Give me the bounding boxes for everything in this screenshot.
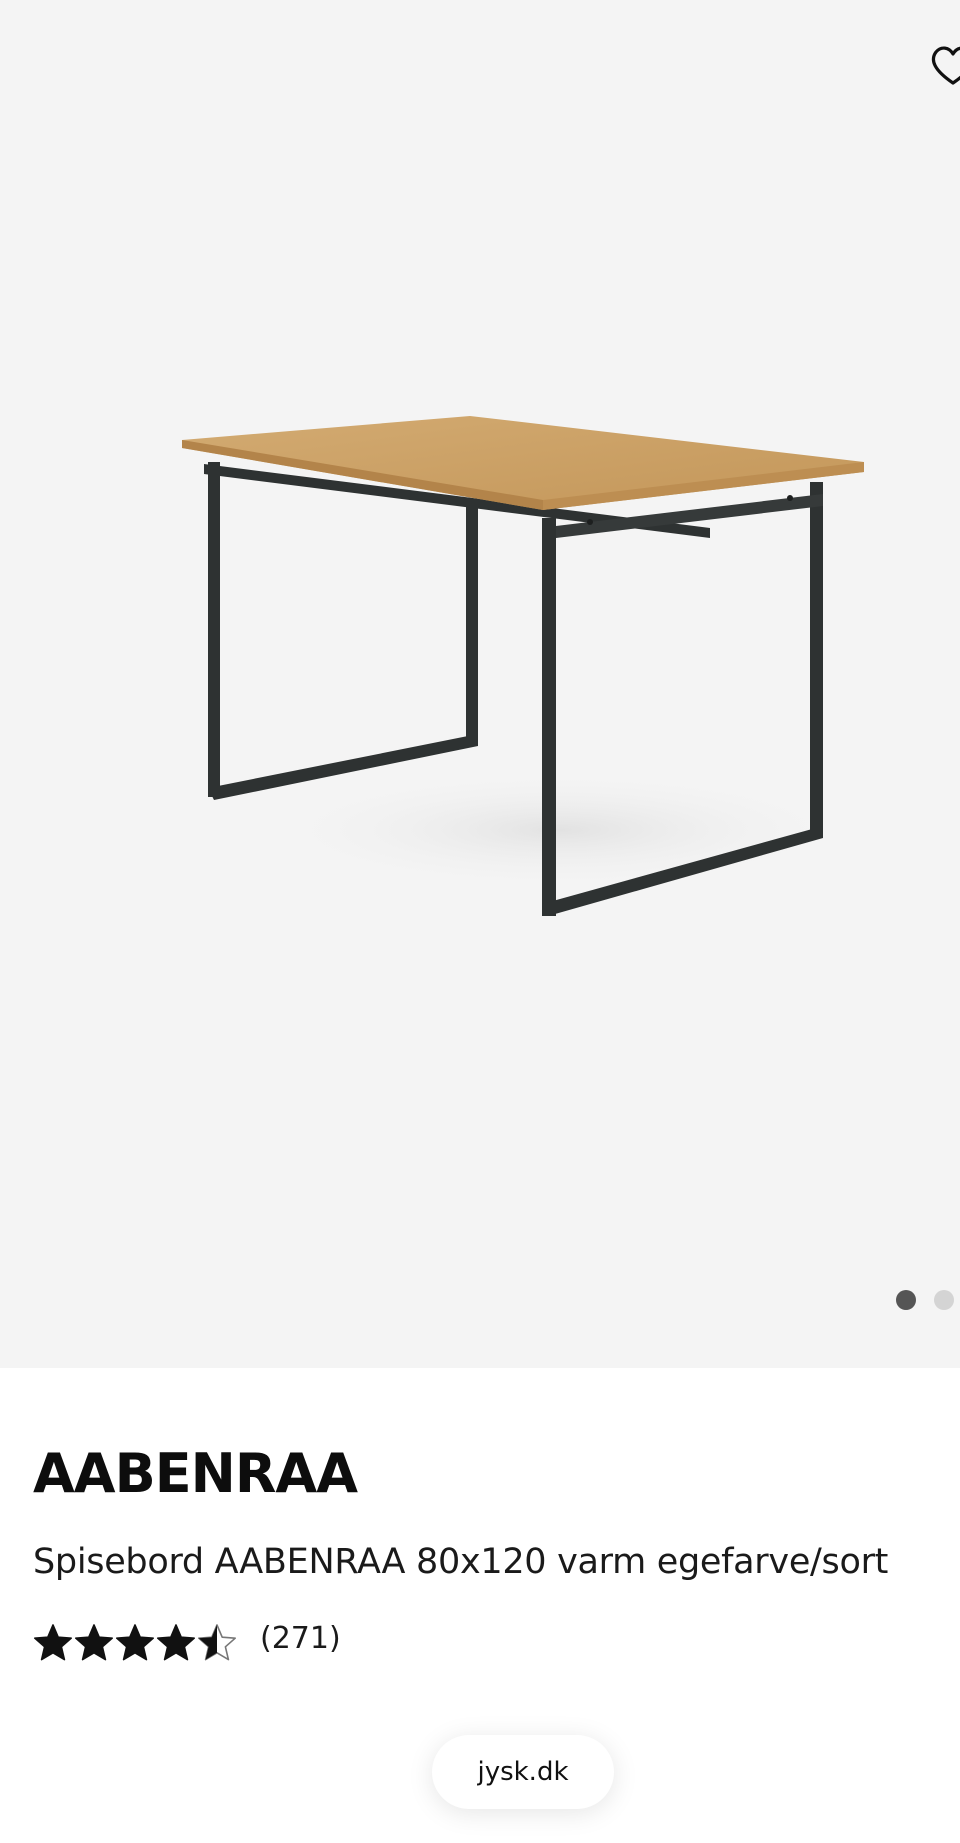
rating-stars bbox=[33, 1623, 238, 1663]
product-image-gallery[interactable] bbox=[0, 0, 960, 1368]
star-half-icon bbox=[198, 1624, 236, 1661]
gallery-pagination bbox=[896, 1290, 960, 1312]
star-full-icon bbox=[116, 1624, 154, 1661]
product-page: AABENRAA Spisebord AABENRAA 80x120 varm … bbox=[0, 0, 960, 1843]
gallery-dot-2[interactable] bbox=[934, 1290, 954, 1310]
product-info: AABENRAA Spisebord AABENRAA 80x120 varm … bbox=[0, 1368, 960, 1843]
product-brand: AABENRAA bbox=[33, 1442, 358, 1505]
star-full-icon bbox=[157, 1624, 195, 1661]
star-full-icon bbox=[34, 1624, 72, 1661]
dining-table-image bbox=[182, 416, 864, 916]
rating-count: (271) bbox=[260, 1621, 341, 1656]
product-name: Spisebord AABENRAA 80x120 varm egefarve/… bbox=[33, 1542, 889, 1582]
heart-outline-icon[interactable] bbox=[928, 40, 960, 90]
gallery-dot-1[interactable] bbox=[896, 1290, 916, 1310]
star-full-icon bbox=[75, 1624, 113, 1661]
product-rating[interactable]: (271) bbox=[33, 1620, 341, 1666]
address-bar[interactable]: jysk.dk bbox=[432, 1735, 614, 1809]
address-bar-url: jysk.dk bbox=[477, 1757, 569, 1787]
